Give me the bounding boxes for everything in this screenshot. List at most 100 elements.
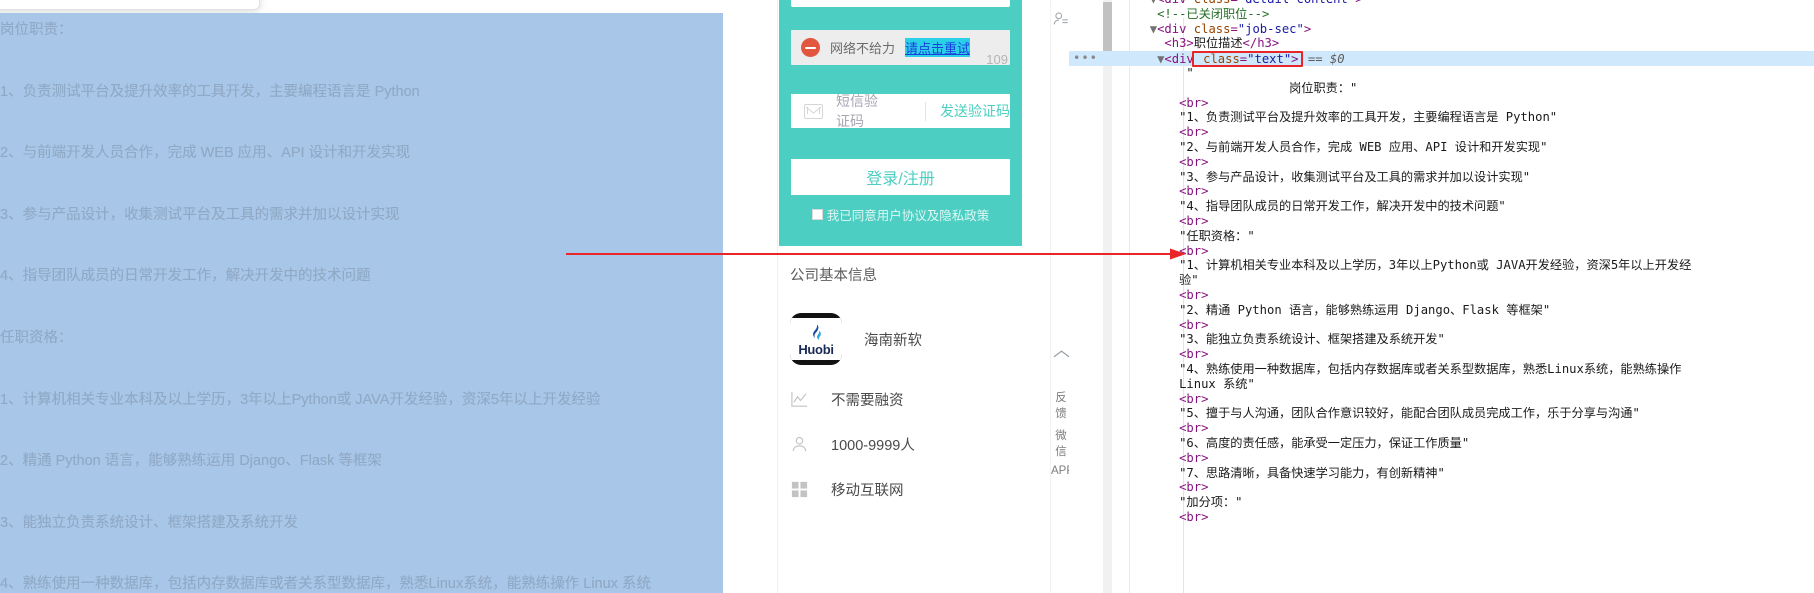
dom-text-node[interactable]: Linux 系统" bbox=[1069, 377, 1814, 392]
dom-comment-node[interactable]: <!--已关闭职位--> bbox=[1069, 7, 1814, 22]
dom-text-node[interactable]: 验" bbox=[1069, 273, 1814, 288]
screenshot-root: 岗位职责： 1、负责测试平台及提升效率的工具开发，主要编程语言是 Python … bbox=[0, 0, 1814, 593]
job-text-spacer bbox=[0, 169, 723, 200]
dom-tree[interactable]: ▼<div class="detail-content"> <!--已关闭职位-… bbox=[1069, 0, 1814, 525]
chart-line-icon bbox=[790, 390, 809, 409]
dom-node-br[interactable]: <br> bbox=[1069, 96, 1814, 111]
job-text-spacer bbox=[0, 415, 723, 446]
company-industry-label: 移动互联网 bbox=[831, 483, 904, 499]
agreement-label[interactable]: 我已同意用户协议及隐私政策 bbox=[827, 205, 990, 224]
company-section-title: 公司基本信息 bbox=[790, 268, 877, 284]
dom-text-node[interactable]: "任职资格：" bbox=[1069, 229, 1814, 244]
company-industry-row: 移动互联网 bbox=[790, 479, 1049, 500]
company-identity-row[interactable]: Huobi 海南新软 bbox=[790, 313, 1049, 365]
dom-text-node[interactable]: "加分项：" bbox=[1069, 495, 1814, 510]
job-text-spacer bbox=[0, 46, 723, 77]
dom-node-br[interactable]: <br> bbox=[1069, 347, 1814, 362]
highlight-box: class="text"> bbox=[1191, 51, 1303, 68]
job-text-line: 1、负责测试平台及提升效率的工具开发，主要编程语言是 Python bbox=[0, 83, 420, 100]
dom-text-node[interactable]: "1、计算机相关专业本科及以上学历，3年以上Python或 JAVA开发经验，资… bbox=[1069, 258, 1814, 273]
dom-node-br[interactable]: <br> bbox=[1069, 510, 1814, 525]
dom-node-br[interactable]: <br> bbox=[1069, 451, 1814, 466]
job-detail-page: 岗位职责： 1、负责测试平台及提升效率的工具开发，主要编程语言是 Python … bbox=[0, 0, 777, 593]
annotation-arrow-icon bbox=[566, 248, 1186, 260]
error-icon bbox=[801, 38, 820, 57]
job-text-line: 4、指导团队成员的日常开发工作，解决开发中的技术问题 bbox=[0, 268, 371, 285]
job-text-spacer bbox=[0, 292, 723, 323]
rail-app[interactable]: APP bbox=[1051, 465, 1074, 477]
dom-text-node[interactable]: "3、参与产品设计，收集测试平台及工具的需求并加以设计实现" bbox=[1069, 170, 1814, 185]
dom-text-node[interactable]: "6、高度的责任感，能承受一定压力，保证工作质量" bbox=[1069, 436, 1814, 451]
rail-wechat[interactable]: 微信 bbox=[1051, 427, 1071, 459]
dom-node-detail-content[interactable]: ▼<div class="detail-content"> bbox=[1069, 0, 1814, 7]
dom-node-br[interactable]: <br> bbox=[1069, 392, 1814, 407]
dom-text-node[interactable]: " bbox=[1069, 66, 1814, 81]
dom-text-node[interactable]: 岗位职责：" bbox=[1069, 81, 1814, 96]
job-text-line: 2、精通 Python 语言，能够熟练运用 Django、Flask 等框架 bbox=[0, 453, 382, 470]
company-logo-text: Huobi bbox=[798, 341, 834, 357]
dom-node-br[interactable]: <br> bbox=[1069, 214, 1814, 229]
retry-link[interactable]: 请点击重试 bbox=[905, 38, 971, 57]
agreement-checkbox[interactable] bbox=[811, 209, 823, 220]
login-card: 网络不给力 请点击重试 109 短信验证码 发送验证码 登录/注册 我已同意用户… bbox=[779, 0, 1022, 246]
agreement-row[interactable]: 我已同意用户协议及隐私政策 bbox=[791, 205, 1010, 224]
captcha-counter: 109 bbox=[986, 52, 1008, 67]
dom-node-br[interactable]: <br> bbox=[1069, 155, 1814, 170]
rail-feedback[interactable]: 反馈 bbox=[1051, 389, 1071, 421]
job-text-line: 任职资格： bbox=[0, 329, 73, 346]
grid-icon bbox=[790, 480, 809, 499]
dom-node-br[interactable]: <br> bbox=[1069, 421, 1814, 436]
company-info-section: 公司基本信息 Huobi 海南新软 不需要融资 1000-9999人 移动互联网 bbox=[779, 264, 1049, 500]
job-text-line: 2、与前端开发人员合作，完成 WEB 应用、API 设计和开发实现 bbox=[0, 145, 411, 162]
job-text-line: 岗位职责： bbox=[0, 22, 73, 38]
sms-code-placeholder[interactable]: 短信验证码 bbox=[836, 91, 889, 131]
sms-code-row: 短信验证码 发送验证码 bbox=[791, 91, 1010, 131]
send-code-button[interactable]: 发送验证码 bbox=[940, 101, 1010, 121]
user-card-icon[interactable] bbox=[1051, 10, 1071, 31]
dom-node-h3[interactable]: <h3>职位描述</h3> bbox=[1069, 36, 1814, 51]
company-size-label: 1000-9999人 bbox=[831, 438, 915, 454]
dom-node-br[interactable]: <br> bbox=[1069, 184, 1814, 199]
dom-text-node[interactable]: "7、思路清晰，具备快速学习能力，有创新精神" bbox=[1069, 466, 1814, 481]
job-text-line: 3、能独立负责系统设计、框架搭建及系统开发 bbox=[0, 514, 299, 531]
tooltip-popover bbox=[0, 0, 260, 10]
job-text-spacer bbox=[0, 539, 723, 570]
dom-text-node[interactable]: "2、与前端开发人员合作，完成 WEB 应用、API 设计和开发实现" bbox=[1069, 140, 1814, 155]
job-text-spacer bbox=[0, 107, 723, 138]
dom-node-br[interactable]: <br> bbox=[1069, 318, 1814, 333]
dom-text-node[interactable]: "4、熟练使用一种数据库，包括内存数据库或者关系型数据库，熟悉Linux系统，能… bbox=[1069, 362, 1814, 377]
login-register-button[interactable]: 登录/注册 bbox=[791, 159, 1010, 195]
right-sidebar-column: 网络不给力 请点击重试 109 短信验证码 发送验证码 登录/注册 我已同意用户… bbox=[777, 0, 1074, 593]
dom-node-br[interactable]: <br> bbox=[1069, 288, 1814, 303]
job-description-text[interactable]: 岗位职责： 1、负责测试平台及提升效率的工具开发，主要编程语言是 Python … bbox=[0, 13, 723, 593]
error-banner: 网络不给力 请点击重试 bbox=[791, 30, 1010, 65]
phone-input[interactable] bbox=[791, 0, 1010, 7]
dom-node-selected-text-div[interactable]: ••• ▼<div class="text"> == $0 bbox=[1069, 51, 1814, 68]
devtools-elements-panel[interactable]: ▼<div class="detail-content"> <!--已关闭职位-… bbox=[1069, 0, 1814, 593]
divider bbox=[925, 101, 926, 121]
job-text-line: 4、熟练使用一种数据库，包括内存数据库或者关系型数据库，熟悉Linux系统，能熟… bbox=[0, 576, 651, 593]
company-size-row: 1000-9999人 bbox=[790, 434, 1049, 455]
company-name[interactable]: 海南新软 bbox=[864, 329, 922, 350]
job-text-line: 1、计算机相关专业本科及以上学历，3年以上Python或 JAVA开发经验，资深… bbox=[0, 391, 601, 408]
dom-node-br[interactable]: <br> bbox=[1069, 125, 1814, 140]
huobi-flame-icon bbox=[813, 324, 821, 340]
chevron-up-icon[interactable] bbox=[1051, 348, 1071, 363]
dom-text-node[interactable]: "1、负责测试平台及提升效率的工具开发，主要编程语言是 Python" bbox=[1069, 110, 1814, 125]
dom-text-node[interactable]: "2、精通 Python 语言，能够熟练运用 Django、Flask 等框架" bbox=[1069, 303, 1814, 318]
dom-text-node[interactable]: "3、能独立负责系统设计、框架搭建及系统开发" bbox=[1069, 332, 1814, 347]
more-options-icon: ••• bbox=[1073, 51, 1099, 66]
job-text-spacer bbox=[0, 477, 723, 508]
company-logo: Huobi bbox=[790, 313, 842, 365]
company-funding-row: 不需要融资 bbox=[790, 389, 1049, 410]
dom-node-job-sec[interactable]: ▼<div class="job-sec"> bbox=[1069, 22, 1814, 37]
dom-text-node[interactable]: "5、擅于与人沟通，团队合作意识较好，能配合团队成员完成工作，乐于分享与沟通" bbox=[1069, 406, 1814, 421]
dom-text-node[interactable]: "4、指导团队成员的日常开发工作，解决开发中的技术问题" bbox=[1069, 199, 1814, 214]
person-icon bbox=[790, 435, 809, 454]
job-text-spacer bbox=[0, 354, 723, 385]
envelope-icon bbox=[804, 103, 823, 119]
error-message: 网络不给力 bbox=[830, 41, 896, 56]
dom-node-br[interactable]: <br> bbox=[1069, 480, 1814, 495]
job-text-line: 3、参与产品设计，收集测试平台及工具的需求并加以设计实现 bbox=[0, 206, 400, 223]
company-funding-label: 不需要融资 bbox=[831, 393, 904, 409]
